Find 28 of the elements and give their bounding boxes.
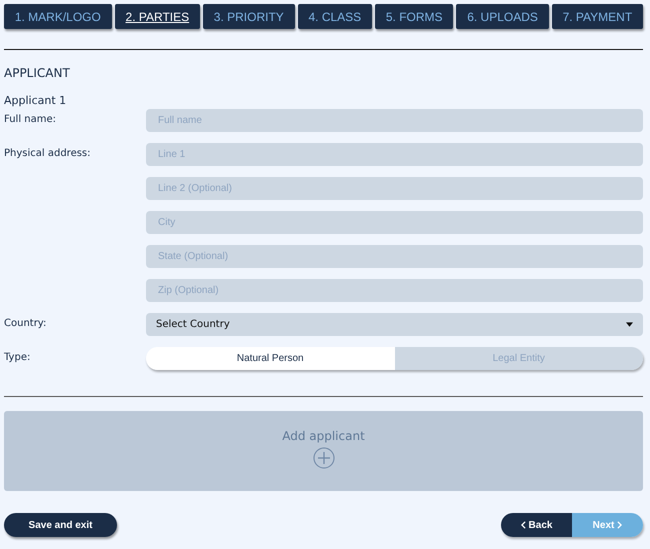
input-field[interactable]: Line 2 (Optional) [146,177,643,200]
input-field[interactable]: Zip (Optional) [146,279,643,302]
step-tab[interactable]: 5. FORMS [375,4,454,29]
caret-icon [626,322,633,327]
step-tab[interactable]: 2. PARTIES [114,4,200,29]
step-tab[interactable]: 6. UPLOADS [456,4,549,29]
chevron-left-icon [520,521,526,529]
country-dropdown[interactable]: Select Country [146,313,643,336]
add-applicant-label: Add applicant [282,429,365,443]
back-button[interactable]: Back [501,513,572,537]
input-field[interactable]: City [146,211,643,234]
save-and-exit-button[interactable]: Save and exit [4,513,117,537]
field-label: Full name: [4,114,56,125]
input-field[interactable]: State (Optional) [146,245,643,268]
chevron-right-icon [617,521,622,529]
step-tab[interactable]: 3. PRIORITY [202,4,295,29]
field-label: Physical address: [4,148,91,159]
step-tab[interactable]: 1. MARK/LOGO [4,4,112,29]
step-tab[interactable]: 7. PAYMENT [552,4,643,29]
type-option[interactable]: Natural Person [146,347,394,370]
applicant-title: Applicant 1 [4,94,68,107]
plus-circle-icon [312,447,334,469]
step-tab[interactable]: 4. CLASS [298,4,372,29]
section-title: APPLICANT [4,66,71,80]
input-field[interactable]: Full name [146,109,643,132]
field-label: Country: [4,318,46,329]
input-field[interactable]: Line 1 [146,143,643,166]
field-label: Type: [4,352,30,363]
